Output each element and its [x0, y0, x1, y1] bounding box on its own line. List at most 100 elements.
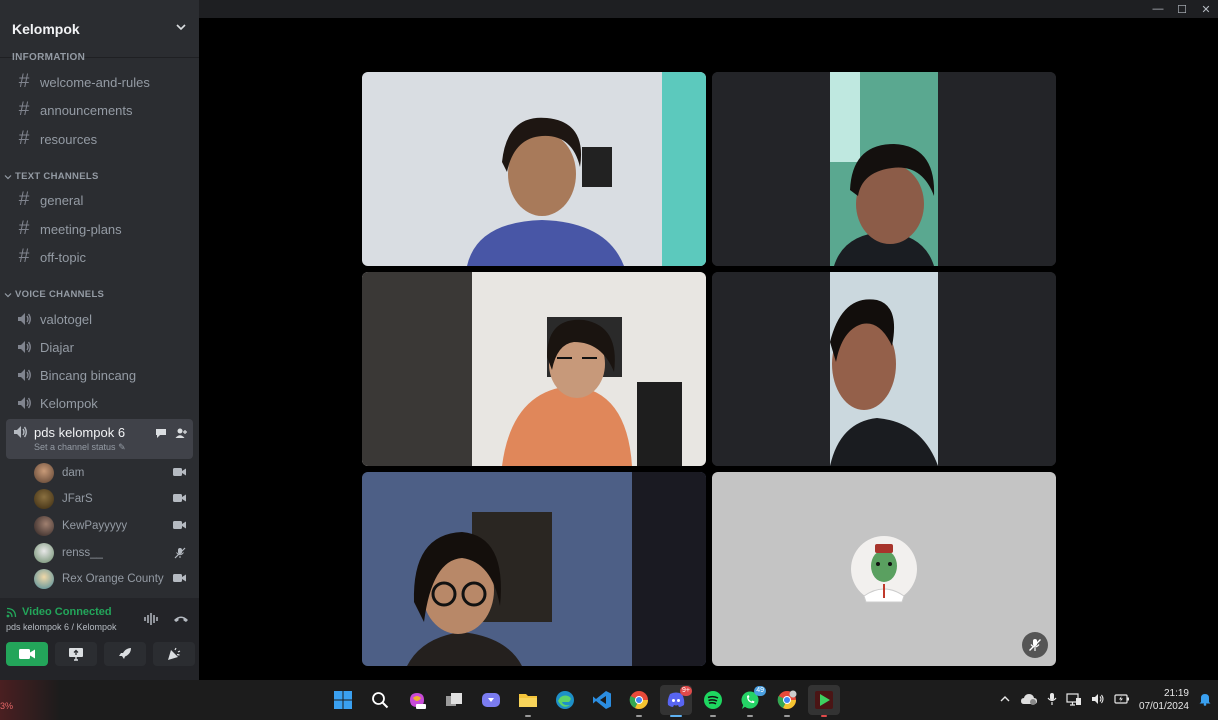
play-app-icon	[815, 691, 833, 709]
teams-icon	[482, 693, 500, 707]
taskbar-whatsapp[interactable]: 49	[734, 685, 766, 717]
channel-general[interactable]: # general	[6, 187, 193, 213]
taskbar-teams[interactable]	[475, 685, 507, 715]
voice-user-jfars[interactable]: JFarS	[34, 488, 194, 510]
camera-icon	[173, 493, 186, 506]
category-information[interactable]: INFORMATION	[12, 52, 85, 60]
avatar	[34, 543, 54, 563]
voice-user-kewpayyyyy[interactable]: KewPayyyyy	[34, 515, 194, 537]
screen-share-icon	[69, 648, 83, 661]
taskbar-vscode[interactable]	[586, 685, 618, 715]
video-tile-2[interactable]	[712, 72, 1056, 266]
taskbar-media-app[interactable]	[808, 685, 840, 717]
taskbar-task-view[interactable]	[438, 685, 470, 715]
windows-taskbar: 3% 9+ 49 21:19 07/01/2024	[0, 680, 1218, 720]
video-tile-4[interactable]	[712, 272, 1056, 466]
channel-announcements[interactable]: # announcements	[6, 97, 193, 123]
avatar	[34, 569, 54, 589]
category-text-channels[interactable]: TEXT CHANNELS	[4, 171, 99, 182]
voice-channel-kelompok[interactable]: Kelompok	[6, 390, 193, 416]
channel-status-button[interactable]: Set a channel status ✎	[34, 442, 126, 453]
chevron-down-icon	[4, 292, 12, 297]
hash-icon: #	[18, 218, 30, 239]
notification-badge: 49	[754, 686, 766, 696]
voice-user-rex-orange-county[interactable]: Rex Orange County	[34, 568, 194, 590]
noise-suppression-icon[interactable]	[143, 612, 159, 631]
taskbar-file-explorer[interactable]	[512, 685, 544, 717]
camera-toggle-button[interactable]	[6, 642, 48, 666]
taskbar-chrome-profile[interactable]	[771, 685, 803, 717]
server-name: Kelompok	[12, 20, 80, 37]
maximize-button[interactable]: ☐	[1170, 0, 1194, 18]
server-header[interactable]: Kelompok	[0, 0, 199, 58]
category-voice-channels[interactable]: VOICE CHANNELS	[4, 289, 104, 300]
add-member-icon[interactable]	[175, 427, 187, 442]
taskbar-discord[interactable]: 9+	[660, 685, 692, 717]
soundboard-icon	[168, 647, 181, 660]
chat-bubble-icon[interactable]	[155, 427, 167, 442]
activities-button[interactable]	[104, 642, 146, 666]
voice-channel-valotogel[interactable]: valotogel	[6, 306, 193, 332]
taskbar-spotify[interactable]	[697, 685, 729, 717]
taskbar-chrome[interactable]	[623, 685, 655, 717]
battery-widget[interactable]: 3%	[0, 680, 60, 720]
channel-meeting-plans[interactable]: # meeting-plans	[6, 216, 193, 242]
pencil-icon: ✎	[118, 442, 126, 452]
channel-label: Bincang bincang	[40, 367, 137, 383]
voice-channel-diajar[interactable]: Diajar	[6, 334, 193, 360]
battery-percent: 3%	[0, 701, 14, 711]
channel-welcome-and-rules[interactable]: # welcome-and-rules	[6, 69, 193, 95]
speaker-icon	[14, 396, 34, 410]
hash-icon: #	[18, 246, 30, 267]
network-icon[interactable]	[1066, 692, 1082, 709]
channel-status-label: Set a channel status	[34, 442, 116, 452]
clock[interactable]: 21:19 07/01/2024	[1139, 687, 1189, 713]
spotify-icon	[704, 691, 722, 709]
voice-status[interactable]: Video Connected	[6, 606, 112, 618]
speaker-icon	[14, 340, 34, 354]
avatar	[34, 463, 54, 483]
onedrive-weather-icon[interactable]	[1020, 692, 1038, 709]
soundboard-button[interactable]	[153, 642, 195, 666]
mic-muted-icon	[1022, 632, 1048, 658]
volume-icon[interactable]	[1091, 693, 1105, 708]
folder-icon	[519, 694, 537, 707]
minimize-button[interactable]: —	[1146, 0, 1170, 18]
battery-icon[interactable]	[1114, 693, 1130, 708]
taskbar-copilot[interactable]	[401, 685, 433, 715]
start-button[interactable]	[327, 685, 359, 715]
voice-channel-pds-kelompok-6[interactable]: pds kelompok 6 Set a channel status ✎	[6, 419, 193, 459]
microphone-icon[interactable]	[1047, 692, 1057, 709]
signal-icon	[6, 607, 17, 618]
search-button[interactable]	[364, 685, 396, 715]
discord-window: — ☐ ✕ Kelompok INFORMATION # welcome-and…	[0, 0, 1218, 720]
screen-share-button[interactable]	[55, 642, 97, 666]
channel-label: resources	[40, 131, 98, 147]
voice-channel-bincang-bincang[interactable]: Bincang bincang	[6, 362, 193, 388]
channel-label: valotogel	[40, 311, 93, 327]
taskbar-edge[interactable]	[549, 685, 581, 715]
channel-label: off-topic	[40, 249, 87, 265]
avatar	[34, 489, 54, 509]
video-tile-5[interactable]	[362, 472, 706, 666]
user-name: renss__	[62, 547, 103, 559]
voice-user-renss[interactable]: renss__	[34, 542, 194, 564]
close-button[interactable]: ✕	[1194, 0, 1218, 18]
camera-icon	[173, 573, 186, 586]
video-tile-1[interactable]	[362, 72, 706, 266]
voice-location[interactable]: pds kelompok 6 / Kelompok	[6, 622, 117, 632]
video-tile-6-no-camera[interactable]	[712, 472, 1056, 666]
voice-user-dam[interactable]: dam	[34, 462, 194, 484]
notification-bell-icon[interactable]	[1198, 692, 1212, 709]
video-tile-3[interactable]	[362, 272, 706, 466]
vscode-icon	[593, 691, 611, 709]
disconnect-icon[interactable]	[173, 612, 189, 631]
show-hidden-icons-chevron-up-icon[interactable]	[999, 694, 1011, 707]
channel-resources[interactable]: # resources	[6, 126, 193, 152]
chevron-down-icon	[4, 174, 12, 179]
channel-off-topic[interactable]: # off-topic	[6, 244, 193, 270]
avatar	[34, 516, 54, 536]
mic-muted-icon	[174, 547, 186, 562]
speaker-icon	[12, 425, 28, 444]
camera-icon	[19, 649, 35, 659]
